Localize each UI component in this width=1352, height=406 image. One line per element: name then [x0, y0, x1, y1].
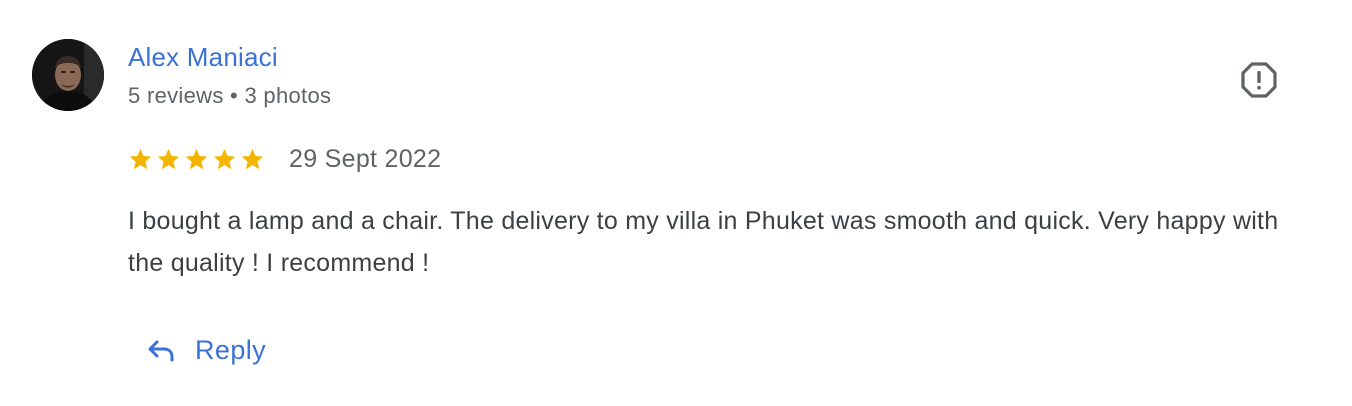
- star-rating: [128, 147, 265, 172]
- star-icon: [129, 148, 152, 170]
- star-icon: [157, 148, 180, 170]
- photo-count: 3 photos: [244, 83, 332, 108]
- reply-button[interactable]: Reply: [143, 333, 266, 367]
- review-date: 29 Sept 2022: [289, 145, 442, 173]
- report-review-button[interactable]: [1240, 61, 1278, 99]
- review-count: 5 reviews: [128, 83, 224, 108]
- review-text: I bought a lamp and a chair. The deliver…: [128, 207, 1279, 277]
- report-flag-icon: [1241, 62, 1277, 98]
- star-icon: [185, 148, 208, 170]
- star-icon: [241, 148, 264, 170]
- author-name-link[interactable]: Alex Maniaci: [128, 42, 278, 73]
- reply-arrow-icon: [148, 340, 174, 362]
- star-icon: [213, 148, 236, 170]
- avatar[interactable]: [32, 39, 104, 111]
- reply-label: Reply: [195, 334, 267, 365]
- meta-separator: •: [230, 83, 239, 108]
- rating-row: 29 Sept 2022: [128, 145, 441, 174]
- user-photo-avatar-icon: [32, 39, 104, 111]
- author-meta: 5 reviews • 3 photos: [128, 83, 331, 109]
